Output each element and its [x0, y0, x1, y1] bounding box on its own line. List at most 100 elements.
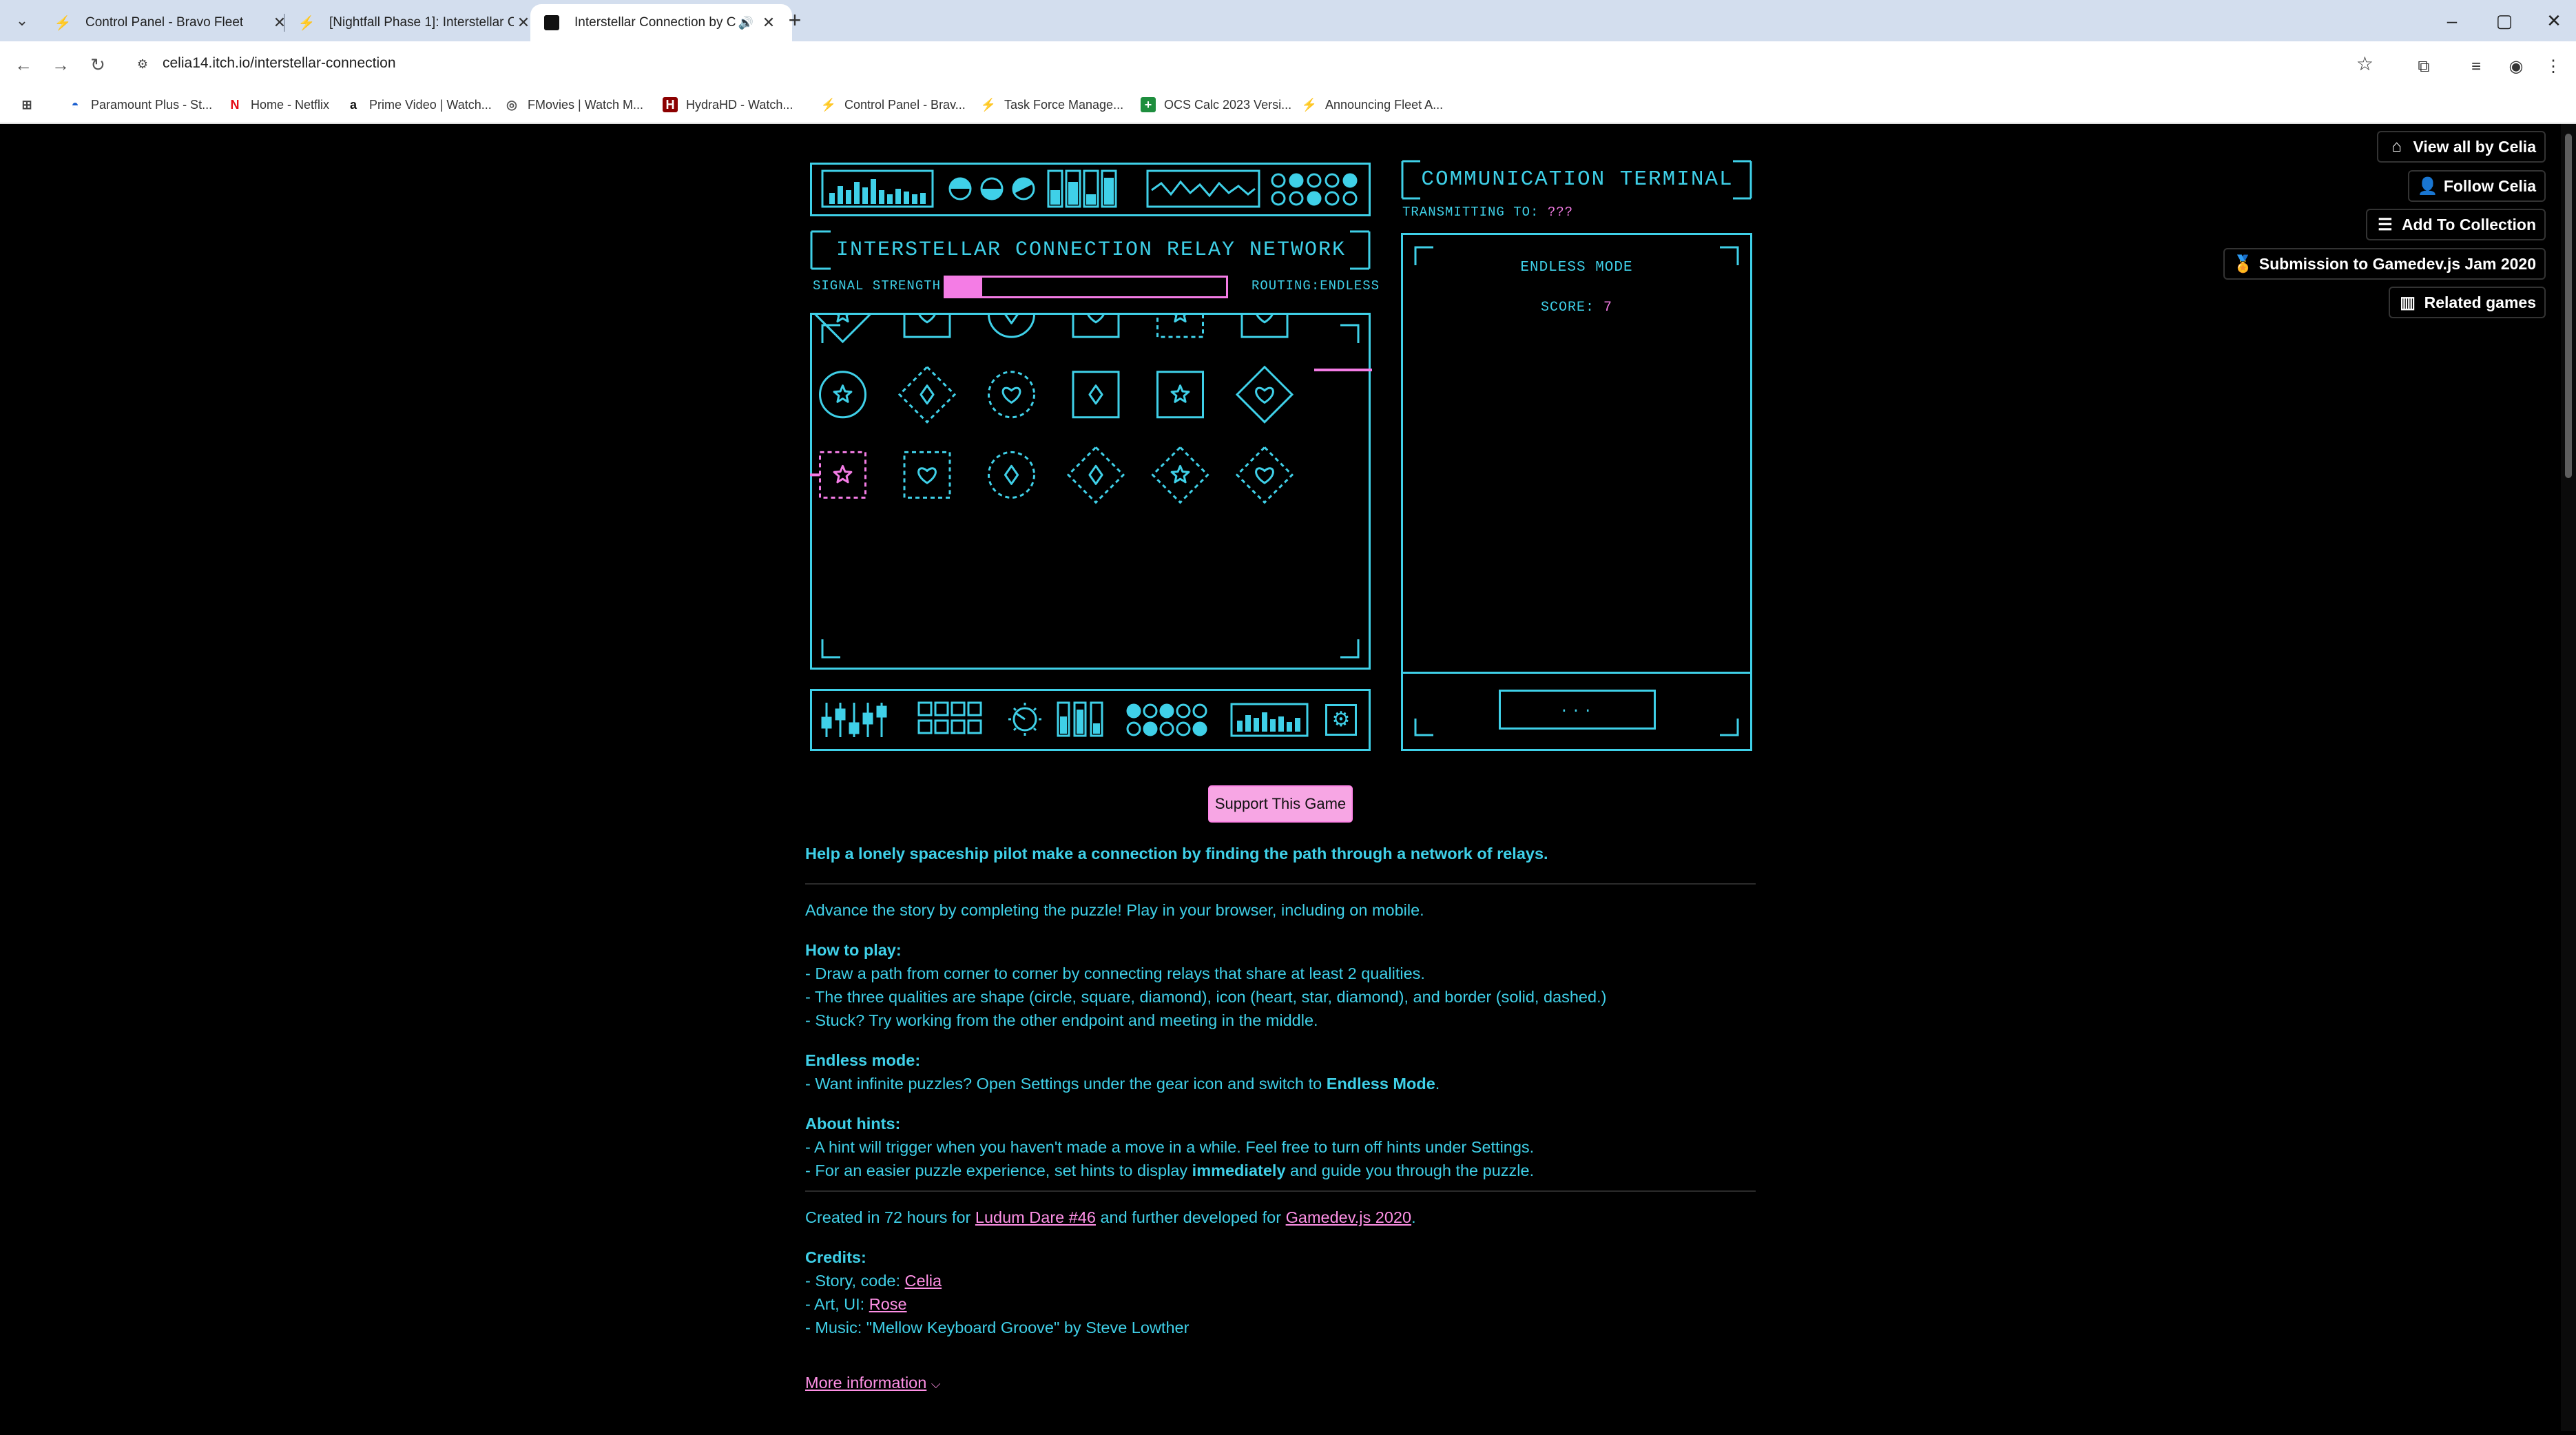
support-game-button[interactable]: Support This Game	[1208, 785, 1353, 823]
bookmark-item[interactable]: + OCS Calc 2023 Versi...	[1141, 94, 1291, 116]
menu-kebab-icon[interactable]: ⋮	[2542, 55, 2565, 79]
relay-tile[interactable]	[1235, 365, 1294, 424]
decorative-controls-bottom	[810, 689, 1371, 751]
scrollbar-thumb[interactable]	[2565, 134, 2572, 478]
maximize-icon[interactable]: ▢	[2491, 7, 2518, 34]
settings-gear-button[interactable]: ⚙	[1325, 704, 1357, 736]
ludum-dare-link[interactable]: Ludum Dare #46	[975, 1208, 1096, 1226]
score-value: 7	[1603, 300, 1613, 316]
related-games-button[interactable]: ▥ Related games	[2388, 287, 2546, 318]
follow-button[interactable]: 👤 Follow Celia	[2407, 170, 2546, 202]
heart-icon	[1001, 386, 1021, 404]
submission-button[interactable]: 🏅 Submission to Gamedev.js Jam 2020	[2223, 248, 2546, 280]
relay-tile[interactable]	[988, 371, 1035, 419]
add-collection-button[interactable]: ☰ Add To Collection	[2365, 209, 2546, 240]
diamond-icon	[1004, 313, 1019, 324]
address-bar[interactable]: ⚙ celia14.itch.io/interstellar-connectio…	[128, 47, 2374, 81]
view-all-button[interactable]: ⌂ View all by Celia	[2377, 131, 2546, 163]
more-information-link[interactable]: More information	[805, 1374, 926, 1392]
more-information-toggle[interactable]: More information ⌵	[805, 1371, 1756, 1396]
rose-link[interactable]: Rose	[869, 1295, 907, 1313]
relay-tile[interactable]	[1235, 446, 1294, 504]
how-heading: How to play:	[805, 941, 902, 959]
heart-icon	[1255, 313, 1274, 324]
back-arrow-icon[interactable]: ←	[10, 51, 37, 79]
relay-tile[interactable]	[1156, 313, 1204, 338]
relay-tile[interactable]	[1072, 313, 1120, 338]
terminal-continue-button[interactable]: ...	[1499, 690, 1656, 730]
relay-tile[interactable]	[988, 313, 1035, 338]
how-line: - Stuck? Try working from the other endp…	[805, 1011, 1318, 1029]
bookmark-star-icon[interactable]: ☆	[2356, 52, 2374, 75]
relay-tile[interactable]	[819, 451, 866, 499]
game-description: Help a lonely spaceship pilot make a con…	[805, 842, 1756, 1396]
profile-icon[interactable]: ◉	[2504, 55, 2528, 79]
relay-network-title: INTERSTELLAR CONNECTION RELAY NETWORK	[835, 238, 1347, 262]
intro-text: Advance the story by completing the puzz…	[805, 901, 1424, 919]
bookmark-item[interactable]: ◎ FMovies | Watch M...	[504, 94, 643, 116]
star-icon	[1170, 464, 1190, 484]
bookmark-label: Prime Video | Watch...	[369, 97, 492, 112]
add-collection-label: Add To Collection	[2401, 215, 2536, 234]
tab-interstellar[interactable]: Interstellar Connection by C 🔊 ✕	[530, 4, 792, 41]
bookmark-label: OCS Calc 2023 Versi...	[1164, 97, 1292, 112]
heart-icon	[1086, 313, 1105, 324]
forward-arrow-icon[interactable]: →	[47, 51, 74, 79]
bookmark-item[interactable]: a Prime Video | Watch...	[346, 94, 492, 116]
signal-strength-label: SIGNAL STRENGTH:	[813, 278, 950, 293]
bookmark-item[interactable]: ⚡ Task Force Manage...	[981, 94, 1123, 116]
minimize-icon[interactable]: –	[2438, 7, 2466, 34]
relay-tile[interactable]	[819, 371, 866, 419]
sheets-icon: +	[1141, 97, 1156, 112]
relay-tile[interactable]	[1151, 446, 1209, 504]
related-games-label: Related games	[2424, 293, 2536, 311]
relay-tile[interactable]	[897, 365, 957, 424]
relay-tile[interactable]	[1156, 371, 1204, 419]
audio-playing-icon[interactable]: 🔊	[737, 14, 755, 32]
netflix-icon: N	[230, 97, 240, 112]
add-user-icon: 👤	[2417, 176, 2438, 196]
relay-tile[interactable]	[988, 451, 1035, 499]
relay-tile[interactable]	[1240, 313, 1289, 338]
follow-label: Follow Celia	[2443, 176, 2536, 195]
reload-icon[interactable]: ↻	[84, 51, 112, 79]
lightning-icon: ⚡	[1301, 97, 1318, 112]
score-label: SCORE:	[1540, 300, 1595, 316]
hints-line: - For an easier puzzle experience, set h…	[805, 1162, 1535, 1179]
bookmark-item[interactable]: ◓ Paramount Plus - St...	[67, 94, 213, 116]
media-control-icon[interactable]: ≡	[2464, 55, 2488, 79]
relay-circle-shape	[988, 451, 1035, 499]
relay-tile[interactable]	[903, 313, 951, 338]
bookmark-item[interactable]: ⚡ Control Panel - Brav...	[821, 94, 966, 116]
star-icon	[833, 464, 853, 484]
map-icon: ▥	[2400, 293, 2416, 312]
relay-tile[interactable]	[1066, 446, 1125, 504]
site-info-icon[interactable]: ⚙	[134, 55, 152, 73]
bookmark-item[interactable]: N Home - Netflix	[227, 94, 330, 116]
relay-tile[interactable]	[1072, 371, 1120, 419]
decorative-gauges-top	[810, 163, 1371, 216]
tab-nightfall[interactable]: ⚡ [Nightfall Phase 1]: Interstellar C ✕	[285, 4, 547, 41]
relay-diamond-shape	[897, 365, 957, 424]
globe-icon: ◎	[506, 97, 517, 112]
relay-grid-canvas[interactable]	[810, 313, 1371, 670]
celia-link[interactable]: Celia	[905, 1272, 942, 1290]
signal-strength-fill	[946, 278, 982, 296]
signal-strength-bar	[944, 276, 1228, 298]
tab-title: [Nightfall Phase 1]: Interstellar C	[329, 15, 514, 30]
apps-grid-icon[interactable]: ⊞	[19, 94, 43, 116]
bookmark-item[interactable]: ⚡ Announcing Fleet A...	[1302, 94, 1443, 116]
star-icon	[1172, 313, 1189, 323]
view-all-label: View all by Celia	[2413, 137, 2536, 156]
tab-search-chevron-icon[interactable]: ⌄	[10, 8, 34, 33]
close-tab-icon[interactable]: ✕	[759, 13, 778, 32]
gamedevjs-link[interactable]: Gamedev.js 2020	[1286, 1208, 1411, 1226]
close-window-icon[interactable]: ✕	[2540, 7, 2568, 34]
relay-tile[interactable]	[903, 451, 951, 499]
new-tab-plus-icon[interactable]: +	[782, 8, 807, 33]
tab-control-panel[interactable]: ⚡ Control Panel - Bravo Fleet ✕	[41, 4, 303, 41]
heart-icon	[1255, 467, 1274, 484]
extensions-puzzle-icon[interactable]: ⧉	[2412, 55, 2435, 79]
bookmark-item[interactable]: H HydraHD - Watch...	[663, 94, 793, 116]
page-scrollbar[interactable]	[2561, 124, 2576, 1431]
